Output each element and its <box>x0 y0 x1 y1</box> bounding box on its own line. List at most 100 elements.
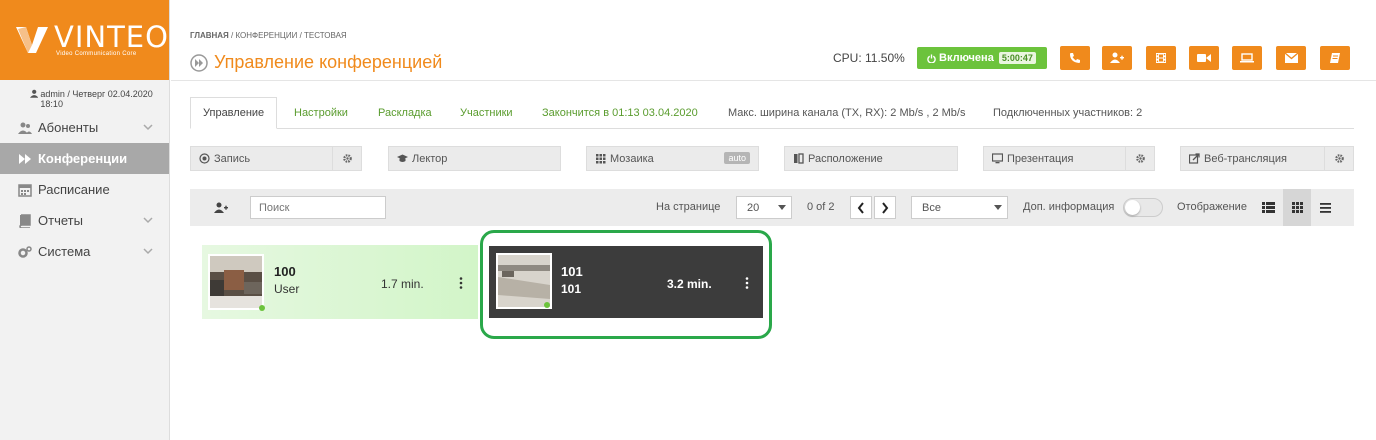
presentation-settings-button[interactable] <box>1125 147 1154 170</box>
webcast-label: Веб-трансляция <box>1204 152 1287 165</box>
record-settings-button[interactable] <box>332 147 361 170</box>
share-icon <box>1189 153 1200 164</box>
prev-page-button[interactable] <box>850 196 872 219</box>
add-user-icon <box>1110 52 1124 63</box>
lines-icon <box>1319 202 1331 213</box>
envelope-icon <box>1284 53 1298 63</box>
next-page-button[interactable] <box>874 196 896 219</box>
page-info: 0 of 2 <box>807 201 835 213</box>
view-list-button[interactable] <box>1254 189 1282 226</box>
layout-label: Расположение <box>808 152 883 165</box>
lector-label: Лектор <box>412 152 448 165</box>
webcast-control[interactable]: Веб-трансляция <box>1180 146 1354 171</box>
conference-status-button[interactable]: Включена 5:00:47 <box>917 47 1047 69</box>
record-control[interactable]: Запись <box>190 146 362 171</box>
sidebar-item-conferences[interactable]: Конференции <box>0 143 169 174</box>
view-lines-button[interactable] <box>1311 189 1339 226</box>
per-page-select[interactable]: 20 <box>736 196 792 219</box>
page-title-text: Управление конференцией <box>214 52 443 72</box>
logo-subtitle: Video Communication Core <box>56 51 137 57</box>
chevron-down-icon <box>143 217 153 224</box>
layout-control[interactable]: Расположение <box>784 146 958 171</box>
sidebar-item-label: Расписание <box>38 182 110 197</box>
filter-select[interactable]: Все <box>911 196 1008 219</box>
presentation-button[interactable] <box>1232 46 1262 70</box>
cogs-icon <box>18 245 32 258</box>
connected-count: Подключенных участников: 2 <box>993 107 1143 119</box>
monitor-icon <box>992 153 1003 164</box>
participant-card-100[interactable]: 100 User 1.7 min. <box>202 245 478 319</box>
webcast-settings-button[interactable] <box>1324 147 1353 170</box>
sidebar-item-system[interactable]: Система <box>0 236 169 267</box>
extra-info-toggle[interactable] <box>1123 198 1163 217</box>
list-icon <box>1261 202 1275 213</box>
sidebar-item-label: Отчеты <box>38 213 83 228</box>
user-line-text: admin / Четверг 02.04.2020 18:10 <box>40 89 153 109</box>
participant-video-thumbnail <box>208 254 264 310</box>
chevron-left-icon <box>857 201 864 214</box>
columns-icon <box>794 153 804 164</box>
view-grid-button[interactable] <box>1283 189 1311 226</box>
recording-button[interactable] <box>1146 46 1176 70</box>
tab-settings[interactable]: Настройки <box>294 97 348 129</box>
extra-info-label: Доп. информация <box>1023 201 1115 213</box>
user-icon <box>30 89 39 98</box>
logo[interactable]: VINTEO Video Communication Core <box>0 0 169 80</box>
more-vertical-icon[interactable] <box>459 277 463 289</box>
highlight-outline <box>480 230 772 339</box>
header-divider <box>171 80 1376 81</box>
search-input[interactable] <box>250 196 386 219</box>
call-button[interactable] <box>1060 46 1090 70</box>
add-participant-button[interactable] <box>1102 46 1132 70</box>
send-message-button[interactable] <box>1276 46 1306 70</box>
status-label: Включена <box>939 52 994 64</box>
presentation-label: Презентация <box>1007 152 1074 165</box>
notes-button[interactable] <box>1320 46 1350 70</box>
breadcrumb-current: ТЕСТОВАЯ <box>304 31 347 40</box>
mosaic-mode-badge: auto <box>724 152 750 164</box>
conference-tabs: Управление Настройки Раскладка Участники… <box>190 97 1354 129</box>
lector-control[interactable]: Лектор <box>388 146 561 171</box>
sidebar-item-reports[interactable]: Отчеты <box>0 205 169 236</box>
sidebar: VINTEO Video Communication Core admin / … <box>0 0 170 440</box>
video-camera-icon <box>1197 54 1211 62</box>
power-icon <box>927 53 936 63</box>
participant-duration: 1.7 min. <box>381 277 424 291</box>
app-window: VINTEO Video Communication Core admin / … <box>0 0 1376 440</box>
users-icon <box>18 122 32 134</box>
sidebar-item-label: Конференции <box>38 151 128 166</box>
video-frame-image <box>210 256 262 308</box>
notebook-icon <box>1330 53 1340 63</box>
presentation-control[interactable]: Презентация <box>983 146 1155 171</box>
sidebar-item-label: Система <box>38 244 91 259</box>
mosaic-control[interactable]: Мозаика auto <box>586 146 759 171</box>
breadcrumb-home[interactable]: ГЛАВНАЯ <box>190 31 229 40</box>
record-icon <box>199 153 210 164</box>
breadcrumb-section[interactable]: КОНФЕРЕНЦИИ <box>235 31 297 40</box>
chevron-down-icon <box>143 248 153 255</box>
forward-icon <box>19 153 31 164</box>
participant-subtitle: User <box>274 282 300 296</box>
chevron-down-icon <box>143 124 153 131</box>
conference-end-time: Закончится в 01:13 03.04.2020 <box>542 107 698 119</box>
laptop-icon <box>1240 53 1254 63</box>
tab-management[interactable]: Управление <box>190 97 278 129</box>
caret-down-icon <box>994 205 1002 210</box>
breadcrumb: ГЛАВНАЯ / КОНФЕРЕНЦИИ / ТЕСТОВАЯ <box>190 31 347 40</box>
video-button[interactable] <box>1189 46 1219 70</box>
add-user-icon[interactable] <box>214 201 228 215</box>
chevron-right-icon <box>882 201 889 214</box>
bandwidth-info: Макс. ширина канала (TX, RX): 2 Mb/s , 2… <box>728 107 966 119</box>
tab-layout[interactable]: Раскладка <box>378 97 432 129</box>
sidebar-item-schedule[interactable]: Расписание <box>0 174 169 205</box>
sidebar-item-subscribers[interactable]: Абоненты <box>0 112 169 143</box>
tab-participants[interactable]: Участники <box>460 97 513 129</box>
graduation-cap-icon <box>397 154 408 162</box>
gear-icon <box>1135 154 1145 163</box>
participant-name: 100 <box>274 264 296 279</box>
record-label: Запись <box>214 152 251 165</box>
phone-icon <box>1070 53 1080 63</box>
grid-icon <box>596 154 606 164</box>
forward-circle-icon <box>190 53 208 72</box>
film-icon <box>1156 53 1166 63</box>
